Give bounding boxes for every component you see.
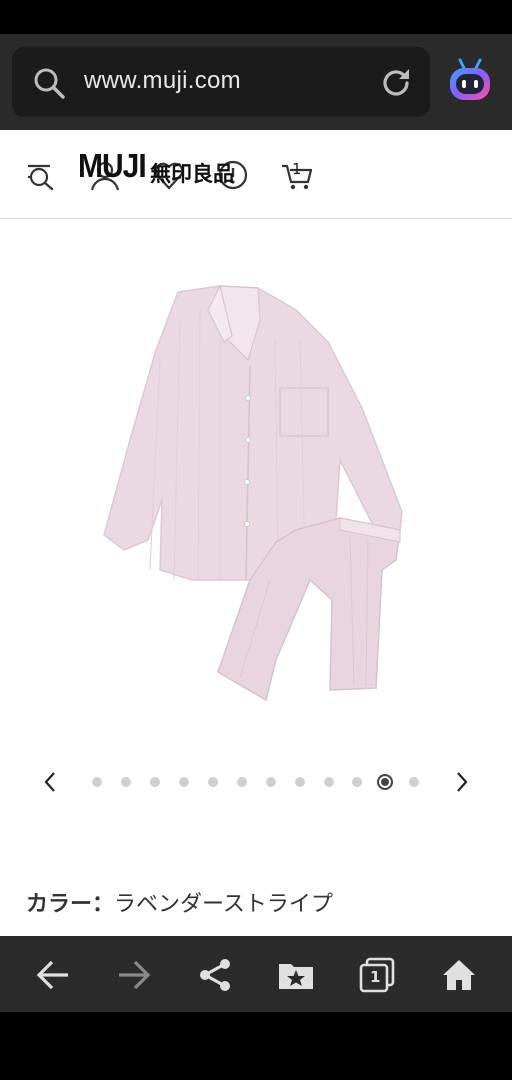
tabs-count: 1 — [370, 968, 381, 986]
color-value: ラベンダーストライプ — [114, 892, 333, 917]
carousel-prev-icon[interactable] — [38, 770, 62, 794]
browser-bottom-bar: 1 — [0, 936, 512, 1012]
address-bar[interactable]: www.muji.com — [12, 47, 430, 117]
status-bar — [0, 0, 512, 34]
menu-search-icon[interactable] — [24, 158, 58, 192]
carousel-dot[interactable] — [92, 777, 102, 787]
tabs-icon[interactable]: 1 — [358, 956, 396, 994]
forward-arrow-icon[interactable] — [115, 956, 153, 994]
product-image[interactable] — [100, 280, 410, 710]
carousel-dot[interactable] — [352, 777, 362, 787]
bookmark-folder-icon[interactable] — [277, 956, 315, 994]
carousel-dot[interactable] — [150, 777, 160, 787]
carousel-dot[interactable] — [179, 777, 189, 787]
color-label: カラー： — [26, 892, 115, 917]
site-header: MUJI 無印良品 1 — [0, 130, 512, 219]
back-arrow-icon[interactable] — [34, 956, 72, 994]
system-nav-bar — [0, 1012, 512, 1080]
carousel-dot[interactable] — [409, 777, 419, 787]
cart-count: 1 — [292, 160, 302, 178]
image-carousel — [0, 762, 512, 802]
carousel-dot[interactable] — [295, 777, 305, 787]
assistant-bot-icon[interactable] — [446, 56, 494, 108]
home-icon[interactable] — [440, 956, 478, 994]
search-icon — [34, 68, 65, 99]
carousel-dot[interactable] — [266, 777, 276, 787]
carousel-dot[interactable] — [237, 777, 247, 787]
carousel-dot[interactable] — [324, 777, 334, 787]
reload-icon[interactable] — [378, 65, 414, 101]
browser-toolbar: www.muji.com — [0, 34, 512, 130]
share-icon[interactable] — [196, 956, 234, 994]
url-text[interactable]: www.muji.com — [84, 67, 241, 95]
muji-logo[interactable]: MUJI — [78, 148, 147, 185]
carousel-dot[interactable] — [121, 777, 131, 787]
carousel-dot[interactable] — [208, 777, 218, 787]
carousel-next-icon[interactable] — [450, 770, 474, 794]
muji-logo-jp[interactable]: 無印良品 — [150, 158, 234, 188]
carousel-dot-active[interactable] — [377, 774, 393, 790]
color-info: カラー：ラベンダーストライプ — [26, 886, 333, 918]
web-page: MUJI 無印良品 1 カラー：ラベンダーストライプ — [0, 130, 512, 936]
